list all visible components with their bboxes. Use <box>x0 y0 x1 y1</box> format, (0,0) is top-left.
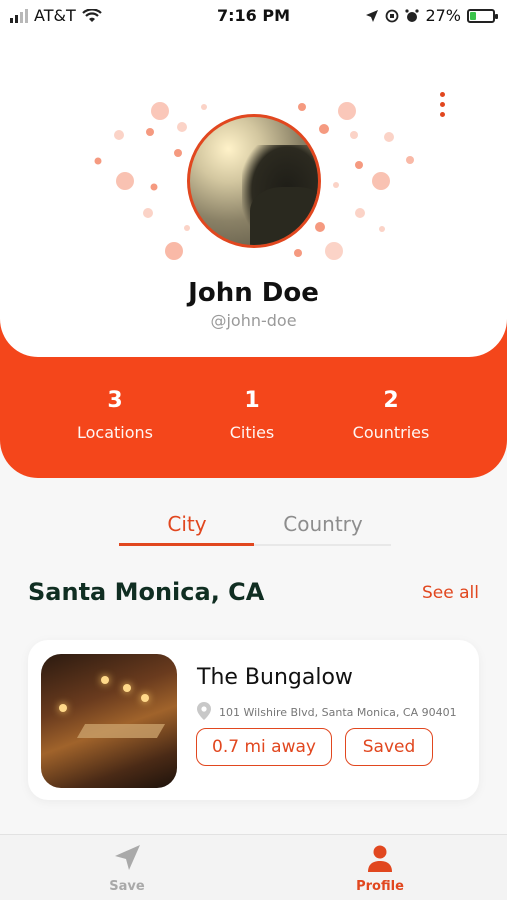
bottom-nav: Save Profile <box>0 834 507 900</box>
distance-chip: 0.7 mi away <box>196 728 332 766</box>
stat-label: Cities <box>229 423 275 442</box>
orientation-lock-icon <box>386 9 399 22</box>
kebab-menu-icon[interactable] <box>437 92 447 117</box>
section-title: Santa Monica, CA <box>28 578 265 606</box>
nav-save[interactable]: Save <box>57 843 197 894</box>
place-thumbnail <box>41 654 177 788</box>
place-card[interactable] <box>28 640 479 800</box>
battery-percent: 27% <box>425 6 461 25</box>
place-address: 101 Wilshire Blvd, Santa Monica, CA 9040… <box>219 706 457 719</box>
location-arrow-icon <box>366 9 379 22</box>
alarm-icon <box>405 8 420 22</box>
stat-value: 1 <box>244 388 260 413</box>
stat-label: Countries <box>352 423 430 442</box>
status-bar: AT&T 7:16 PM 27% <box>0 0 507 32</box>
stat-value: 3 <box>107 388 123 413</box>
map-pin-icon <box>197 702 211 720</box>
profile-handle: @john-doe <box>210 311 297 330</box>
avatar[interactable] <box>187 114 321 248</box>
stat-cities: 1 Cities <box>172 388 332 442</box>
stat-locations: 3 Locations <box>35 388 195 442</box>
stat-countries: 2 Countries <box>311 388 471 442</box>
navigation-arrow-icon <box>115 845 140 870</box>
see-all-link[interactable]: See all <box>422 583 479 603</box>
stat-value: 2 <box>383 388 399 413</box>
battery-icon <box>467 8 498 23</box>
place-name[interactable]: The Bungalow <box>197 665 353 690</box>
nav-label: Profile <box>356 879 404 894</box>
tab-city[interactable]: City <box>119 512 255 536</box>
nav-label: Save <box>109 879 145 894</box>
tab-active-indicator <box>119 543 254 546</box>
nav-profile[interactable]: Profile <box>310 843 450 894</box>
stat-label: Locations <box>76 423 153 442</box>
tab-country[interactable]: Country <box>255 512 391 536</box>
scope-tabs: City Country <box>119 512 391 548</box>
profile-name: John Doe <box>188 278 319 308</box>
person-icon <box>368 845 392 872</box>
saved-button[interactable]: Saved <box>345 728 433 766</box>
